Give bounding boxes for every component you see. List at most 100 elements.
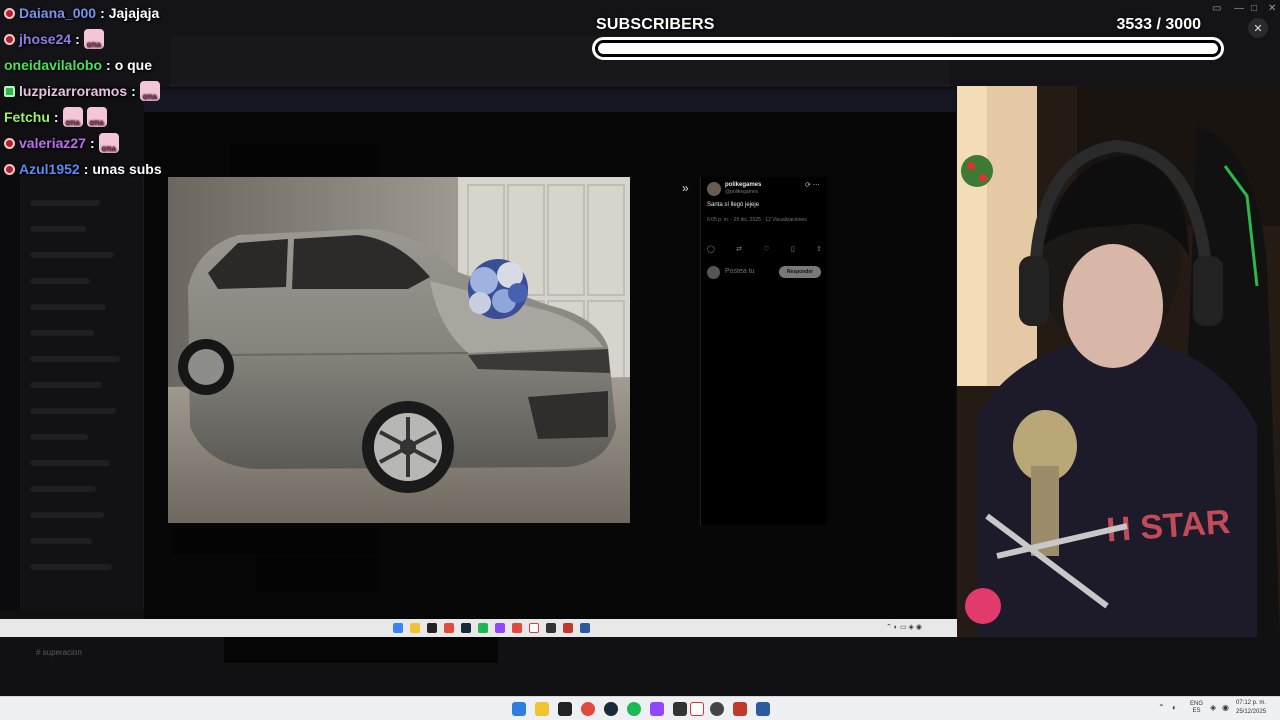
minimize-window-icon[interactable]: — <box>1234 3 1244 14</box>
stream-chat-overlay: Daiana_000: Jajajaja jhose24: OTIA oneidavil… <box>4 0 324 182</box>
background-channel-row <box>30 330 94 336</box>
more-options-icon[interactable]: ⟳ ⋯ <box>805 181 820 189</box>
obs-icon <box>546 623 556 633</box>
steam-icon[interactable] <box>604 702 618 716</box>
gift-bow-icon <box>468 259 528 319</box>
chat-message: oneidavilalobo: o que <box>4 52 324 78</box>
reply-composer: Postea tu Responder <box>707 265 822 281</box>
chat-username[interactable]: Azul1952 <box>19 161 80 177</box>
tray-overflow-icon[interactable]: ⌃ <box>1158 703 1165 712</box>
background-server-list <box>0 170 20 610</box>
tweet-author-handle[interactable]: @polikegames <box>725 189 758 195</box>
chat-message: jhose24: OTIA <box>4 26 324 52</box>
chat-separator: : <box>83 161 89 177</box>
bookmark-icon[interactable]: ▯ <box>791 245 795 253</box>
share-icon[interactable]: ⇧ <box>816 245 822 253</box>
language-label: ENG <box>1190 701 1204 707</box>
subscribers-progress-fill <box>598 43 1218 54</box>
network-icon[interactable]: ◈ <box>1210 703 1216 712</box>
spotify-icon[interactable] <box>627 702 641 716</box>
chat-text: unas subs <box>92 161 162 177</box>
stream-screen: » polikegames @polikegames ⟳ ⋯ Santa sí … <box>0 0 1280 720</box>
tweet-author-avatar[interactable] <box>707 182 721 196</box>
restore-window-icon[interactable]: ▭ <box>1212 3 1221 14</box>
webcam-illustration: H STAR <box>957 86 1280 637</box>
twitch-icon[interactable] <box>650 702 664 716</box>
file-explorer-icon <box>410 623 420 633</box>
reply-icon[interactable]: ◯ <box>707 245 715 253</box>
chat-message: luzpizarroramos: OTIA <box>4 78 324 104</box>
emote-icon: OTIA <box>98 133 119 153</box>
obs-icon[interactable] <box>710 702 724 716</box>
chat-message: Azul1952: unas subs <box>4 156 324 182</box>
background-channel-row <box>30 278 90 284</box>
reply-button[interactable]: Responder <box>779 266 821 278</box>
background-channel-row <box>30 252 114 258</box>
twitch-icon <box>495 623 505 633</box>
app-icon <box>580 623 590 633</box>
app-icon[interactable] <box>690 702 704 716</box>
subscribers-label: SUBSCRIBERS <box>596 16 715 33</box>
chat-separator: : <box>53 109 59 125</box>
emote-icon: OTIA <box>139 81 160 101</box>
chat-username[interactable]: Fetchu <box>4 109 50 125</box>
app-icon[interactable] <box>673 702 687 716</box>
chrome-icon[interactable] <box>581 702 595 716</box>
close-viewer-icon[interactable]: ✕ <box>1248 18 1268 38</box>
background-bottom-area <box>0 637 1280 696</box>
chat-username[interactable]: luzpizarroramos <box>19 83 127 99</box>
subscriber-badge-icon <box>4 33 15 45</box>
background-channel-row <box>30 304 106 310</box>
microphone-icon[interactable]: ◐ <box>1172 703 1177 712</box>
background-channel-list <box>20 170 144 610</box>
captured-taskbar: ⌃ ◐ ▭ ◈ ◉ <box>0 619 960 637</box>
maximize-window-icon[interactable]: □ <box>1251 3 1257 14</box>
subscriber-badge-icon <box>4 137 15 149</box>
chat-message: Fetchu: OTIA OTIA <box>4 104 324 130</box>
background-channel-label: # superacion <box>36 648 82 657</box>
webcam-feed: H STAR <box>957 86 1280 637</box>
subscribers-progress-bar <box>592 37 1224 60</box>
background-channel-row <box>30 486 96 492</box>
retweet-icon[interactable]: ⇄ <box>736 245 742 253</box>
background-channel-row <box>30 226 86 232</box>
chrome-icon <box>444 623 454 633</box>
chat-text: Jajajaja <box>108 5 160 21</box>
chat-username[interactable]: oneidavilalobo <box>4 57 102 73</box>
windows-start-icon[interactable] <box>512 702 526 716</box>
chat-separator: : <box>100 5 105 21</box>
region-label: ES <box>1192 708 1201 714</box>
chat-username[interactable]: Daiana_000 <box>19 5 96 21</box>
chat-separator: : <box>131 83 136 99</box>
background-channel-row <box>30 356 120 362</box>
app-icon <box>563 623 573 633</box>
spotify-icon <box>478 623 488 633</box>
chat-separator: : <box>89 135 95 151</box>
subscriber-badge-icon <box>4 85 15 97</box>
reply-input[interactable]: Postea tu <box>725 268 755 275</box>
language-indicator[interactable]: ENG ES <box>1190 701 1203 715</box>
terminal-icon <box>427 623 437 633</box>
terminal-icon[interactable] <box>558 702 572 716</box>
taskbar-clock[interactable]: 07:12 p. m. 25/12/2025 <box>1236 699 1266 717</box>
chat-username[interactable]: valeriaz27 <box>19 135 86 151</box>
chat-text: o que <box>114 57 153 73</box>
chat-separator: : <box>75 31 80 47</box>
volume-icon[interactable]: ◉ <box>1222 703 1229 712</box>
file-explorer-icon[interactable] <box>535 702 549 716</box>
background-channel-row <box>30 564 112 570</box>
chat-message: Daiana_000: Jajajaja <box>4 0 324 26</box>
tweet-author-name[interactable]: polikegames <box>725 182 761 188</box>
app-icon <box>512 623 522 633</box>
close-window-icon[interactable]: ✕ <box>1268 3 1276 14</box>
background-channel-row <box>30 538 92 544</box>
app-icon[interactable] <box>756 702 770 716</box>
like-icon[interactable]: ♡ <box>763 245 769 253</box>
tweet-panel: polikegames @polikegames ⟳ ⋯ Santa sí ll… <box>700 177 827 525</box>
expand-panel-icon[interactable]: » <box>682 181 689 195</box>
car-photo[interactable] <box>168 177 630 523</box>
background-channel-row <box>30 382 102 388</box>
captured-tray: ⌃ ◐ ▭ ◈ ◉ <box>886 624 922 631</box>
app-icon[interactable] <box>733 702 747 716</box>
chat-username[interactable]: jhose24 <box>19 31 71 47</box>
